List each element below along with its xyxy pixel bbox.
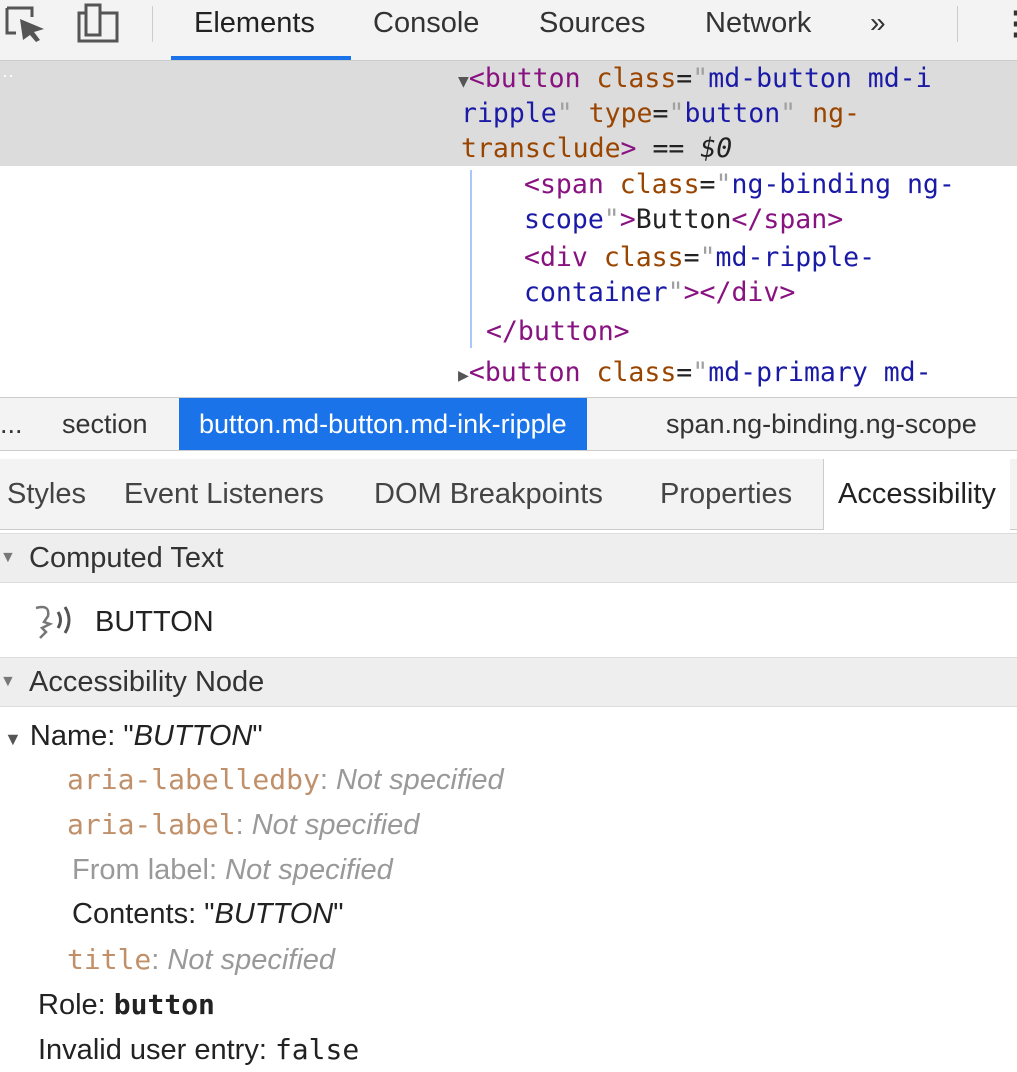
contents-row: Contents: "BUTTON"	[72, 898, 344, 930]
tab-properties[interactable]: Properties	[660, 459, 792, 529]
collapse-triangle-icon[interactable]: ▼	[4, 729, 22, 749]
name-row[interactable]: ▼ Name: "BUTTON"	[4, 716, 263, 759]
selected-node-marker: $0	[700, 133, 733, 164]
aria-labelledby-row: aria-labelledby: Not specified	[67, 763, 504, 796]
toolbar-divider	[152, 6, 153, 42]
speech-icon	[35, 605, 71, 639]
breadcrumb-section[interactable]: section	[62, 398, 148, 450]
collapse-triangle-icon[interactable]: ▼	[458, 71, 469, 92]
dom-tree[interactable]: ·· ▼<button class="md-button md-i ripple…	[0, 61, 1017, 396]
computed-text-section-header[interactable]: ▼ Computed Text	[0, 533, 1017, 583]
tab-elements[interactable]: Elements	[194, 0, 315, 60]
device-toolbar-icon[interactable]	[76, 3, 120, 45]
accessibility-node-section-header[interactable]: ▼ Accessibility Node	[0, 657, 1017, 707]
dom-line-button-transclude[interactable]: transclude> == $0	[461, 131, 732, 166]
invalid-user-entry-row: Invalid user entry: false	[38, 1033, 360, 1066]
dom-line-button-open[interactable]: ▼<button class="md-button md-i	[458, 61, 932, 99]
tab-network[interactable]: Network	[705, 0, 811, 60]
aria-label-row: aria-label: Not specified	[67, 808, 420, 841]
sidebar-tabs: Styles Event Listeners DOM Breakpoints P…	[0, 459, 1017, 530]
from-label-row: From label: Not specified	[72, 854, 393, 886]
breadcrumb-ellipsis[interactable]: ...	[0, 398, 23, 450]
computed-text-value: BUTTON	[95, 606, 214, 638]
breadcrumb-button-active[interactable]: button.md-button.md-ink-ripple	[179, 398, 587, 450]
role-value: button	[113, 988, 215, 1021]
active-tab-indicator	[171, 56, 351, 60]
dom-line-button-attrs[interactable]: ripple" type="button" ng-	[461, 96, 860, 131]
dom-line-span-content[interactable]: scope">Button</span>	[524, 202, 843, 237]
invalid-user-entry-value: false	[274, 1033, 360, 1066]
dom-line-next-button[interactable]: ▶<button class="md-primary md-	[458, 355, 932, 393]
collapse-arrow-icon[interactable]: ▼	[0, 534, 16, 582]
children-guide-line	[470, 170, 472, 348]
tab-dom-breakpoints[interactable]: DOM Breakpoints	[374, 459, 603, 529]
dom-line-div-close[interactable]: container"></div>	[524, 275, 795, 310]
tab-console[interactable]: Console	[373, 0, 479, 60]
inspect-element-icon[interactable]	[4, 5, 48, 43]
tab-accessibility[interactable]: Accessibility	[823, 459, 1010, 530]
node-gutter-dots: ··	[2, 65, 14, 85]
role-row: Role: button	[38, 988, 215, 1021]
dom-line-div-open[interactable]: <div class="md-ripple-	[524, 240, 875, 275]
expand-triangle-icon[interactable]: ▶	[458, 365, 469, 386]
breadcrumb-span[interactable]: span.ng-binding.ng-scope	[666, 398, 977, 450]
tab-styles[interactable]: Styles	[7, 459, 86, 529]
dom-line-span-open[interactable]: <span class="ng-binding ng-	[524, 167, 955, 202]
more-tabs-icon[interactable]: »	[870, 0, 886, 60]
title-row: title: Not specified	[67, 943, 336, 976]
dom-line-button-close[interactable]: </button>	[486, 314, 630, 349]
toolbar-divider	[957, 6, 958, 42]
collapse-arrow-icon[interactable]: ▼	[0, 658, 16, 706]
breadcrumb: ... section button.md-button.md-ink-ripp…	[0, 397, 1017, 451]
tab-event-listeners[interactable]: Event Listeners	[124, 459, 324, 529]
devtools-toolbar: Elements Console Sources Network » ⋮	[0, 0, 1017, 61]
tab-sources[interactable]: Sources	[539, 0, 645, 60]
menu-icon[interactable]: ⋮	[1000, 0, 1017, 60]
